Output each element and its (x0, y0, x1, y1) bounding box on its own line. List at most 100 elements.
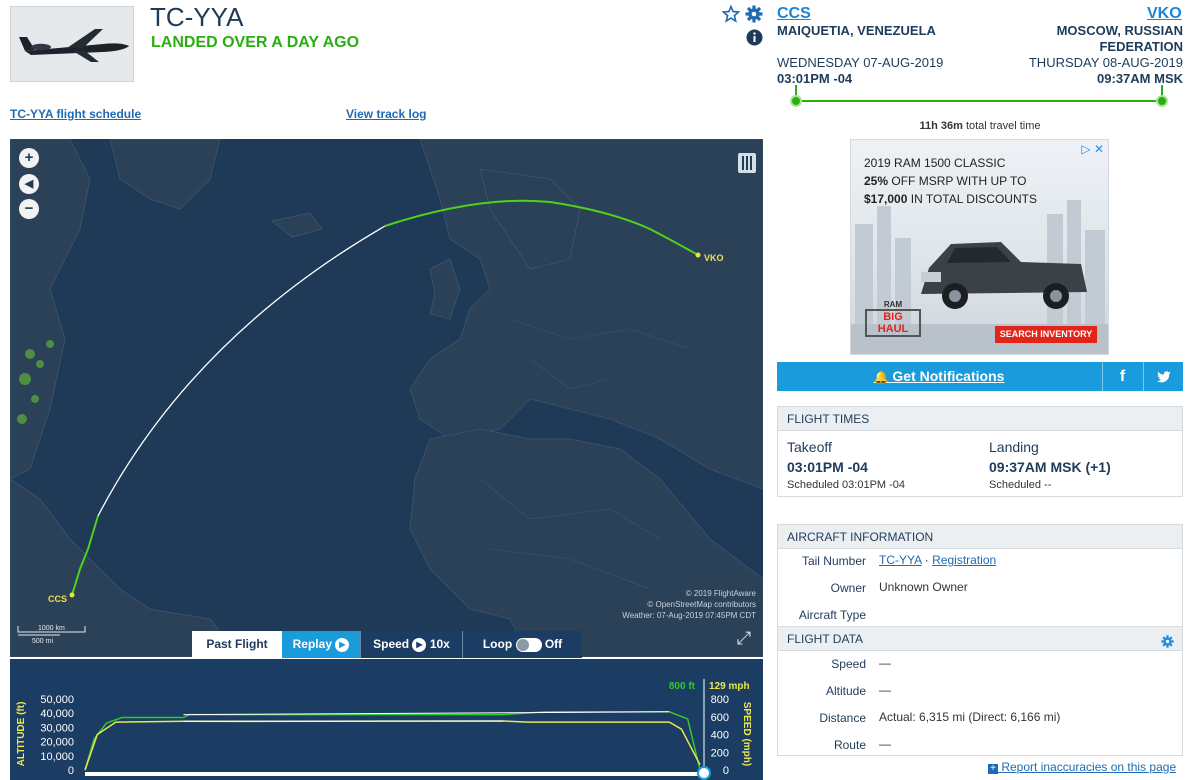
destination-date: THURSDAY 08-AUG-2019 (1028, 55, 1183, 70)
get-notifications-button[interactable]: 🔔 Get Notifications (777, 362, 1101, 391)
twitter-icon (1156, 368, 1171, 385)
timeline-track (85, 772, 704, 776)
altitude-label: Altitude (825, 684, 866, 698)
bell-icon: 🔔 (873, 370, 889, 384)
ad-discount-line: $17,000 IN TOTAL DISCOUNTS (864, 192, 1037, 206)
report-inaccuracies-label: Report inaccuracies on this page (1001, 760, 1177, 774)
travel-time: 11h 36m total travel time (777, 120, 1183, 132)
facebook-share-button[interactable]: f (1102, 362, 1142, 391)
header-icons (721, 4, 766, 47)
ad-discount-text: IN TOTAL DISCOUNTS (910, 192, 1037, 206)
ad-offer-line: 25% OFF MSRP WITH UP TO (864, 174, 1027, 188)
plus-icon: + (988, 764, 998, 774)
tab-past-flight[interactable]: Past Flight (192, 631, 282, 658)
route-value: — (879, 737, 891, 751)
destination-city-line2: FEDERATION (1099, 39, 1183, 54)
destination-map-label: VKO (704, 253, 724, 263)
loop-toggle[interactable] (515, 637, 542, 652)
altitude-tick-label: 10,000 (40, 751, 74, 763)
tab-loop[interactable]: Loop Off (462, 631, 582, 658)
credit-osm: © OpenStreetMap contributors (647, 600, 756, 609)
takeoff-time: 03:01PM -04 (787, 459, 868, 475)
takeoff-scheduled: Scheduled 03:01PM -04 (787, 479, 906, 491)
aircraft-thumbnail[interactable] (10, 6, 134, 82)
facebook-icon: f (1119, 368, 1126, 385)
tab-replay[interactable]: Replay ▶ (282, 631, 360, 658)
origin-map-label: CCS (48, 594, 67, 604)
destination-time: 09:37AM MSK (1097, 71, 1183, 86)
report-inaccuracies-link[interactable]: + Report inaccuracies on this page (988, 760, 1176, 774)
aircraft-info-panel: AIRCRAFT INFORMATION Tail Number TC-YYA … (777, 524, 1183, 628)
credit-flightaware: © 2019 FlightAware (685, 589, 756, 598)
star-icon[interactable] (721, 4, 741, 28)
travel-time-label: total travel time (965, 120, 1041, 132)
speed-tick-label: 0 (723, 765, 729, 777)
land-uk (429, 258, 461, 320)
ad-cta-button[interactable]: SEARCH INVENTORY (995, 326, 1097, 343)
map-canvas: CCS VKO 1000 km 500 mi (10, 139, 763, 657)
tail-number-label: Tail Number (801, 554, 866, 568)
compass-button[interactable]: ◀ (19, 174, 39, 194)
ad-logo-bottom: HAUL (877, 323, 909, 335)
ad-discount-amount: $17,000 (864, 192, 908, 206)
tab-speed-value: 10x (429, 637, 450, 651)
altitude-axis-title: ALTITUDE (ft) (16, 702, 27, 767)
current-altitude-readout: 800 ft (669, 681, 696, 692)
speed-axis-title: SPEED (mph) (741, 702, 752, 766)
tab-speed[interactable]: Speed ▶ 10x (360, 631, 462, 658)
ad-logo: RAM BIG HAUL (865, 300, 921, 346)
owner-value: Unknown Owner (879, 580, 968, 594)
destination-code-link[interactable]: VKO (1147, 5, 1182, 23)
altitude-tick-label: 0 (68, 765, 74, 777)
origin-dot (790, 95, 802, 107)
origin-code-link[interactable]: CCS (777, 5, 811, 23)
ad-choices-icon[interactable]: ▷ ✕ (1081, 142, 1104, 156)
takeoff-label: Takeoff (787, 439, 832, 455)
origin-time: 03:01PM -04 (777, 71, 853, 86)
route-label: Route (833, 738, 866, 752)
origin-map-dot (69, 592, 75, 598)
altitude-tick-label: 50,000 (40, 694, 74, 706)
land-iceland (271, 212, 323, 238)
flight-map[interactable]: CCS VKO 1000 km 500 mi + ◀ − (10, 139, 763, 657)
tail-number-link[interactable]: TC-YYA (879, 553, 921, 567)
ad-logo-mid: BIG (883, 311, 903, 323)
flight-status: LANDED OVER A DAY AGO (151, 34, 360, 51)
play-icon: ▶ (335, 637, 350, 652)
flight-data-gear-icon[interactable] (1161, 632, 1174, 656)
track-log-link[interactable]: View track log (346, 107, 426, 121)
registration-link[interactable]: Registration (932, 553, 996, 567)
ad-headline: 2019 RAM 1500 CLASSIC (864, 156, 1006, 170)
land-greenland (109, 139, 221, 210)
twitter-share-button[interactable] (1143, 362, 1183, 391)
origin-city: MAIQUETIA, VENEZUELA (777, 23, 936, 38)
speed-series-line (84, 720, 701, 771)
destination-city: MOSCOW, RUSSIAN FEDERATION (1020, 23, 1183, 55)
timeline-handle[interactable] (697, 766, 711, 780)
altitude-speed-chart[interactable]: ALTITUDE (ft) SPEED (mph) 50,000 40,000 30,0… (10, 659, 763, 780)
zoom-out-button[interactable]: − (19, 199, 39, 219)
credit-weather: Weather: 07-Aug-2019 07:45PM CDT (622, 611, 756, 620)
registration-title: TC-YYA (150, 2, 244, 32)
route-progress-line (796, 100, 1163, 102)
flight-schedule-link[interactable]: TC-YYA flight schedule (10, 107, 141, 121)
flight-page: TC-YYA LANDED OVER A DAY AGO TC-YYA flig… (0, 0, 1200, 780)
map-credits: © 2019 FlightAware © OpenStreetMap contr… (590, 588, 756, 621)
altitude-tick-label: 20,000 (40, 737, 74, 749)
zoom-in-button[interactable]: + (19, 148, 39, 168)
fullscreen-icon[interactable]: ⤢ (731, 625, 757, 651)
info-icon[interactable] (746, 29, 763, 51)
tab-replay-label: Replay (292, 637, 332, 651)
travel-time-value: 11h 36m (919, 120, 963, 132)
flight-data-panel: FLIGHT DATA Speed — Altitude — Distance … (777, 626, 1183, 756)
distance-label: Distance (819, 711, 866, 725)
landing-label: Landing (989, 439, 1039, 455)
advertisement[interactable]: ▷ ✕ 2019 RAM 1500 CLASSIC 25% OFF MSRP W… (850, 139, 1109, 355)
tab-loop-label: Loop (482, 637, 513, 651)
chart-canvas: ALTITUDE (ft) SPEED (mph) 50,000 40,000 30,0… (16, 679, 752, 780)
gear-icon[interactable] (745, 5, 763, 28)
origin-date: WEDNESDAY 07-AUG-2019 (777, 55, 944, 70)
layers-icon[interactable] (738, 153, 756, 173)
flight-data-header: FLIGHT DATA (778, 627, 1182, 651)
scale-km-label: 1000 km (38, 625, 65, 632)
